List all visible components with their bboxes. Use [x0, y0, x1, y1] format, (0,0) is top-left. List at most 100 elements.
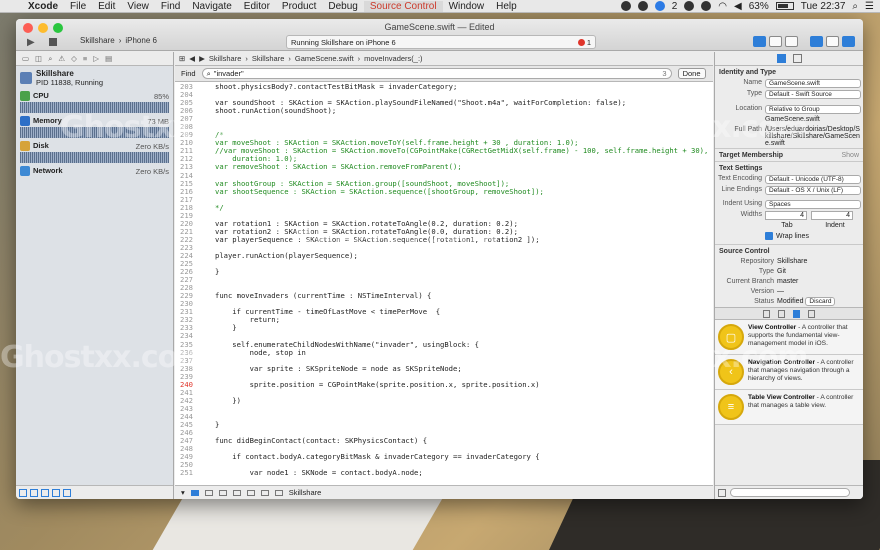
menu-help[interactable]: Help	[490, 1, 523, 12]
battery-icon[interactable]	[775, 2, 794, 10]
hide-debug-icon[interactable]: ▾	[181, 488, 185, 497]
find-done-button[interactable]: Done	[677, 68, 706, 79]
file-inspector-icon[interactable]	[776, 54, 786, 63]
error-count[interactable]: 1	[587, 38, 591, 47]
indent-using-select[interactable]: Spaces	[765, 200, 861, 209]
cpu-gauge[interactable]: CPU 85%	[16, 90, 173, 114]
text-encoding-select[interactable]: Default - Unicode (UTF-8)	[765, 175, 861, 184]
notification-icon[interactable]	[654, 1, 665, 11]
toggle-debug-button[interactable]	[826, 36, 839, 47]
log-navigator-icon[interactable]: ▤	[105, 54, 112, 63]
indent-width-input[interactable]: 4	[811, 211, 853, 220]
network-gauge[interactable]: Network Zero KB/s	[16, 165, 173, 177]
debug-target[interactable]: Skillshare	[289, 488, 322, 497]
project-navigator-icon[interactable]: ▭	[22, 54, 29, 63]
debug-navigator-icon[interactable]: ≡	[83, 54, 87, 63]
object-library-icon[interactable]	[793, 309, 800, 318]
jump-group[interactable]: Skillshare	[252, 54, 285, 63]
library-search-input[interactable]	[730, 488, 850, 497]
wifi-icon[interactable]: ◠	[718, 1, 727, 12]
back-icon[interactable]: ◀	[189, 54, 195, 63]
issue-navigator-icon[interactable]: ⚠	[58, 54, 65, 63]
menu-find[interactable]: Find	[155, 1, 186, 12]
related-items-icon[interactable]: ⊞	[179, 54, 185, 63]
process-row[interactable]: Skillshare PID 11838, Running	[16, 66, 173, 90]
standard-editor-button[interactable]	[753, 36, 766, 47]
spotlight-icon[interactable]: ⌕	[852, 1, 858, 12]
breakpoint-navigator-icon[interactable]: ▷	[93, 54, 99, 63]
stop-button[interactable]	[49, 38, 57, 46]
name-field[interactable]: GameScene.swift	[765, 79, 861, 88]
filter-icon-3[interactable]	[41, 488, 49, 497]
library-item-table-view-controller[interactable]: ≡ Table View Controller - A controller t…	[715, 390, 863, 425]
memory-gauge[interactable]: Memory 73 MB	[16, 115, 173, 139]
version-editor-button[interactable]	[785, 36, 798, 47]
test-navigator-icon[interactable]: ◇	[71, 54, 77, 63]
scheme-selector[interactable]: Skillshare › iPhone 6	[80, 36, 157, 45]
error-icon[interactable]	[577, 38, 585, 46]
step-out-icon[interactable]	[246, 489, 255, 496]
file-template-library-icon[interactable]	[763, 309, 770, 318]
line-number[interactable]: 251	[175, 469, 195, 477]
menu-view[interactable]: View	[121, 1, 155, 12]
find-navigator-icon[interactable]: ⌕	[48, 54, 52, 64]
forward-icon[interactable]: ▶	[199, 54, 205, 63]
menu-source-control[interactable]: Source Control	[363, 0, 443, 12]
tab-width-input[interactable]: 4	[765, 211, 807, 220]
line-endings-select[interactable]: Default - OS X / Unix (LF)	[765, 186, 861, 195]
full-path: /Users/eduardoirias/Desktop/Skillshare/S…	[765, 126, 860, 147]
filter-icon-5[interactable]	[63, 488, 71, 497]
symbol-navigator-icon[interactable]: ◫	[35, 54, 42, 63]
clock[interactable]: Tue 22:37	[801, 1, 846, 12]
menu-debug[interactable]: Debug	[322, 1, 363, 12]
view-debugger-icon[interactable]	[260, 489, 269, 496]
discard-button[interactable]: Discard	[805, 297, 836, 306]
location-select[interactable]: Relative to Group	[765, 105, 861, 114]
jump-file[interactable]: GameScene.swift	[295, 54, 354, 63]
status-icon-3[interactable]	[684, 1, 695, 11]
menu-editor[interactable]: Editor	[238, 1, 276, 12]
grid-view-icon[interactable]	[718, 488, 726, 497]
show-target-link[interactable]: Show	[841, 152, 859, 159]
menu-file[interactable]: File	[64, 1, 92, 12]
filter-icon-4[interactable]	[52, 488, 60, 497]
status-icon-1[interactable]	[620, 1, 631, 11]
jump-symbol[interactable]: moveInvaders(_:)	[364, 54, 422, 63]
filter-icon-2[interactable]	[30, 488, 38, 497]
status-icon-2[interactable]	[637, 1, 648, 11]
menu-window[interactable]: Window	[443, 1, 491, 12]
file-type-select[interactable]: Default - Swift Source	[765, 90, 861, 99]
code-area[interactable]: 203 shoot.physicsBody?.contactTestBitMask…	[175, 83, 713, 485]
library-item-view-controller[interactable]: ▢ View Controller - A controller that su…	[715, 320, 863, 355]
cpu-icon	[20, 91, 30, 102]
volume-icon[interactable]: ◀	[734, 1, 742, 12]
pause-icon[interactable]	[204, 489, 213, 496]
step-in-icon[interactable]	[232, 489, 241, 496]
notification-center-icon[interactable]: ☰	[865, 1, 874, 12]
jump-project[interactable]: Skillshare	[209, 54, 242, 63]
breakpoints-toggle-icon[interactable]	[190, 489, 199, 496]
menu-product[interactable]: Product	[276, 1, 322, 12]
filter-icon-1[interactable]	[19, 488, 27, 497]
run-button[interactable]: ▶	[27, 37, 35, 48]
library-item-navigation-controller[interactable]: ‹ Navigation Controller - A controller t…	[715, 355, 863, 390]
menu-navigate[interactable]: Navigate	[186, 1, 237, 12]
process-name: Skillshare	[36, 69, 74, 78]
disk-gauge[interactable]: Disk Zero KB/s	[16, 140, 173, 164]
find-mode-select[interactable]: Find	[181, 69, 196, 78]
media-library-icon[interactable]	[808, 309, 815, 318]
location-icon[interactable]	[274, 489, 283, 496]
toggle-utilities-button[interactable]	[842, 36, 855, 47]
source-control-title: Source Control	[715, 244, 863, 257]
assistant-editor-button[interactable]	[769, 36, 782, 47]
find-input[interactable]: ⌕ "invader" 3	[201, 68, 672, 79]
quick-help-icon[interactable]	[792, 54, 802, 63]
menu-app[interactable]: Xcode	[22, 1, 64, 12]
menu-edit[interactable]: Edit	[92, 1, 121, 12]
wrap-lines-checkbox[interactable]	[765, 232, 773, 240]
code-snippet-library-icon[interactable]	[778, 309, 785, 318]
status-icon-4[interactable]	[701, 1, 712, 11]
toggle-navigator-button[interactable]	[810, 36, 823, 47]
step-over-icon[interactable]	[218, 489, 227, 496]
